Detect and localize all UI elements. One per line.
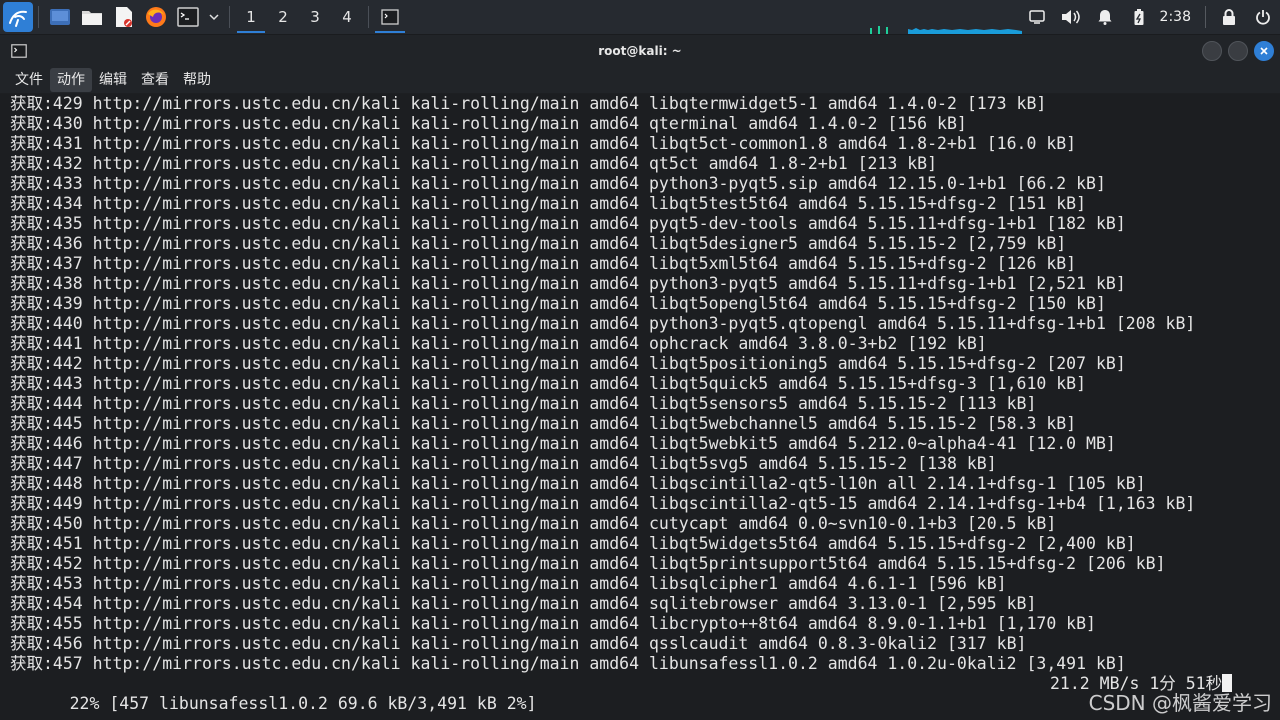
terminal-line: 获取:439 http://mirrors.ustc.edu.cn/kali k… — [10, 294, 1106, 313]
terminal-line: 获取:455 http://mirrors.ustc.edu.cn/kali k… — [10, 614, 1096, 633]
menu-file[interactable]: 文件 — [8, 68, 50, 92]
taskbar-terminal-button[interactable] — [374, 0, 406, 34]
screen-icon[interactable] — [1020, 0, 1054, 34]
terminal-line: 获取:438 http://mirrors.ustc.edu.cn/kali k… — [10, 274, 1126, 293]
terminal-line: 获取:442 http://mirrors.ustc.edu.cn/kali k… — [10, 354, 1126, 373]
terminal-line: 获取:434 http://mirrors.ustc.edu.cn/kali k… — [10, 194, 1087, 213]
terminal-line: 获取:433 http://mirrors.ustc.edu.cn/kali k… — [10, 174, 1106, 193]
progress-status-line: 22% [457 libunsafessl1.0.2 69.6 kB/3,491… — [10, 674, 1270, 713]
minimize-button[interactable] — [1202, 41, 1222, 61]
terminal-line: 获取:429 http://mirrors.ustc.edu.cn/kali k… — [10, 94, 1047, 113]
csdn-watermark: CSDN @枫酱爱学习 — [1088, 691, 1272, 715]
workspace-2[interactable]: 2 — [267, 0, 299, 34]
terminal-line: 获取:449 http://mirrors.ustc.edu.cn/kali k… — [10, 494, 1196, 513]
panel-separator — [38, 6, 39, 28]
terminal-line: 获取:453 http://mirrors.ustc.edu.cn/kali k… — [10, 574, 1007, 593]
file-manager-icon[interactable] — [78, 3, 106, 31]
kali-menu-icon[interactable] — [3, 2, 33, 32]
power-icon[interactable] — [1246, 0, 1280, 34]
notification-bell-icon[interactable] — [1088, 0, 1122, 34]
terminal-line: 获取:432 http://mirrors.ustc.edu.cn/kali k… — [10, 154, 938, 173]
lock-icon[interactable] — [1212, 0, 1246, 34]
close-icon — [1260, 47, 1268, 55]
terminal-line: 获取:446 http://mirrors.ustc.edu.cn/kali k… — [10, 434, 1116, 453]
terminal-line: 获取:447 http://mirrors.ustc.edu.cn/kali k… — [10, 454, 997, 473]
firefox-icon[interactable] — [142, 3, 170, 31]
terminal-output[interactable]: 获取:429 http://mirrors.ustc.edu.cn/kali k… — [0, 94, 1280, 720]
terminal-lines: 获取:429 http://mirrors.ustc.edu.cn/kali k… — [10, 94, 1270, 713]
cpu-graph — [870, 26, 1022, 34]
maximize-button[interactable] — [1228, 41, 1248, 61]
terminal-line: 获取:444 http://mirrors.ustc.edu.cn/kali k… — [10, 394, 1037, 413]
text-editor-icon[interactable] — [110, 3, 138, 31]
volume-icon[interactable] — [1054, 0, 1088, 34]
terminal-icon — [381, 9, 399, 25]
terminal-line: 获取:457 http://mirrors.ustc.edu.cn/kali k… — [10, 654, 1126, 673]
terminal-line: 获取:456 http://mirrors.ustc.edu.cn/kali k… — [10, 634, 1027, 653]
terminal-line: 获取:440 http://mirrors.ustc.edu.cn/kali k… — [10, 314, 1196, 333]
terminal-line: 获取:445 http://mirrors.ustc.edu.cn/kali k… — [10, 414, 1077, 433]
menu-actions[interactable]: 动作 — [50, 68, 92, 92]
window-titlebar[interactable]: root@kali: ~ — [0, 35, 1280, 67]
terminal-line: 获取:454 http://mirrors.ustc.edu.cn/kali k… — [10, 594, 1037, 613]
terminal-line: 获取:437 http://mirrors.ustc.edu.cn/kali k… — [10, 254, 1077, 273]
panel-separator — [229, 6, 230, 28]
workspace-1[interactable]: 1 — [235, 0, 267, 34]
window-title: root@kali: ~ — [598, 44, 682, 58]
menu-help[interactable]: 帮助 — [176, 68, 218, 92]
window-controls — [1202, 41, 1274, 61]
workspace-4[interactable]: 4 — [331, 0, 363, 34]
panel-separator — [368, 6, 369, 28]
terminal-line: 获取:448 http://mirrors.ustc.edu.cn/kali k… — [10, 474, 1146, 493]
terminal-line: 获取:430 http://mirrors.ustc.edu.cn/kali k… — [10, 114, 967, 133]
system-tray: 2:38 — [1020, 0, 1280, 34]
terminal-line: 获取:436 http://mirrors.ustc.edu.cn/kali k… — [10, 234, 1067, 253]
terminal-line: 获取:443 http://mirrors.ustc.edu.cn/kali k… — [10, 374, 1087, 393]
menu-view[interactable]: 查看 — [134, 68, 176, 92]
close-button[interactable] — [1254, 41, 1274, 61]
clock[interactable]: 2:38 — [1156, 9, 1199, 25]
show-desktop-icon[interactable] — [46, 3, 74, 31]
menu-edit[interactable]: 编辑 — [92, 68, 134, 92]
terminal-line: 获取:450 http://mirrors.ustc.edu.cn/kali k… — [10, 514, 1057, 533]
dropdown-chevron-icon[interactable] — [206, 3, 222, 31]
battery-icon[interactable] — [1122, 0, 1156, 34]
top-panel: 1 2 3 4 2:38 — [0, 0, 1280, 35]
terminal-line: 获取:451 http://mirrors.ustc.edu.cn/kali k… — [10, 534, 1136, 553]
terminal-line: 获取:431 http://mirrors.ustc.edu.cn/kali k… — [10, 134, 1077, 153]
workspace-switcher: 1 2 3 4 — [235, 0, 363, 34]
panel-separator — [1205, 6, 1206, 28]
terminal-launcher-icon[interactable] — [174, 3, 202, 31]
workspace-3[interactable]: 3 — [299, 0, 331, 34]
menu-bar: 文件 动作 编辑 查看 帮助 — [0, 67, 1280, 93]
terminal-line: 获取:452 http://mirrors.ustc.edu.cn/kali k… — [10, 554, 1166, 573]
progress-status-left: 22% [457 libunsafessl1.0.2 69.6 kB/3,491… — [69, 694, 537, 713]
terminal-line: 获取:435 http://mirrors.ustc.edu.cn/kali k… — [10, 214, 1126, 233]
terminal-line: 获取:441 http://mirrors.ustc.edu.cn/kali k… — [10, 334, 987, 353]
